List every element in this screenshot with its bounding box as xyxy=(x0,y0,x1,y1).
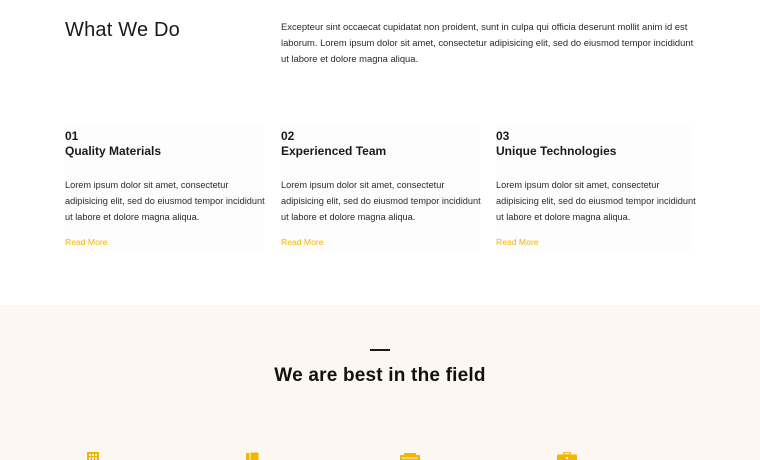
feature-card: 01 Quality Materials Lorem ipsum dolor s… xyxy=(65,126,265,250)
card-body: Lorem ipsum dolor sit amet, consectetur … xyxy=(496,180,696,222)
card-number: 02 xyxy=(281,129,295,143)
best-in-field-section: We are best in the field xyxy=(0,305,760,460)
read-more-link[interactable]: Read More xyxy=(281,237,324,247)
feature-card: 03 Unique Technologies Lorem ipsum dolor… xyxy=(496,126,696,250)
card-title: Experienced Team xyxy=(281,144,387,158)
read-more-link[interactable]: Read More xyxy=(496,237,539,247)
briefcase-icon xyxy=(557,452,577,460)
documents-icon xyxy=(246,452,260,460)
heading-divider xyxy=(370,349,390,351)
feature-card: 02 Experienced Team Lorem ipsum dolor si… xyxy=(281,126,481,250)
read-more-link[interactable]: Read More xyxy=(65,237,108,247)
what-we-do-section: What We Do Excepteur sint occaecat cupid… xyxy=(0,0,760,305)
section-intro: Excepteur sint occaecat cupidatat non pr… xyxy=(281,21,694,64)
card-title: Quality Materials xyxy=(65,144,162,158)
card-body: Lorem ipsum dolor sit amet, consectetur … xyxy=(281,180,481,222)
building-icon xyxy=(87,452,99,460)
card-body: Lorem ipsum dolor sit amet, consectetur … xyxy=(65,180,265,222)
card-number: 03 xyxy=(496,129,510,143)
card-title: Unique Technologies xyxy=(496,144,617,158)
card-number: 01 xyxy=(65,129,79,143)
best-heading: We are best in the field xyxy=(274,365,486,386)
truck-icon xyxy=(400,453,420,460)
section-title: What We Do xyxy=(65,19,180,41)
